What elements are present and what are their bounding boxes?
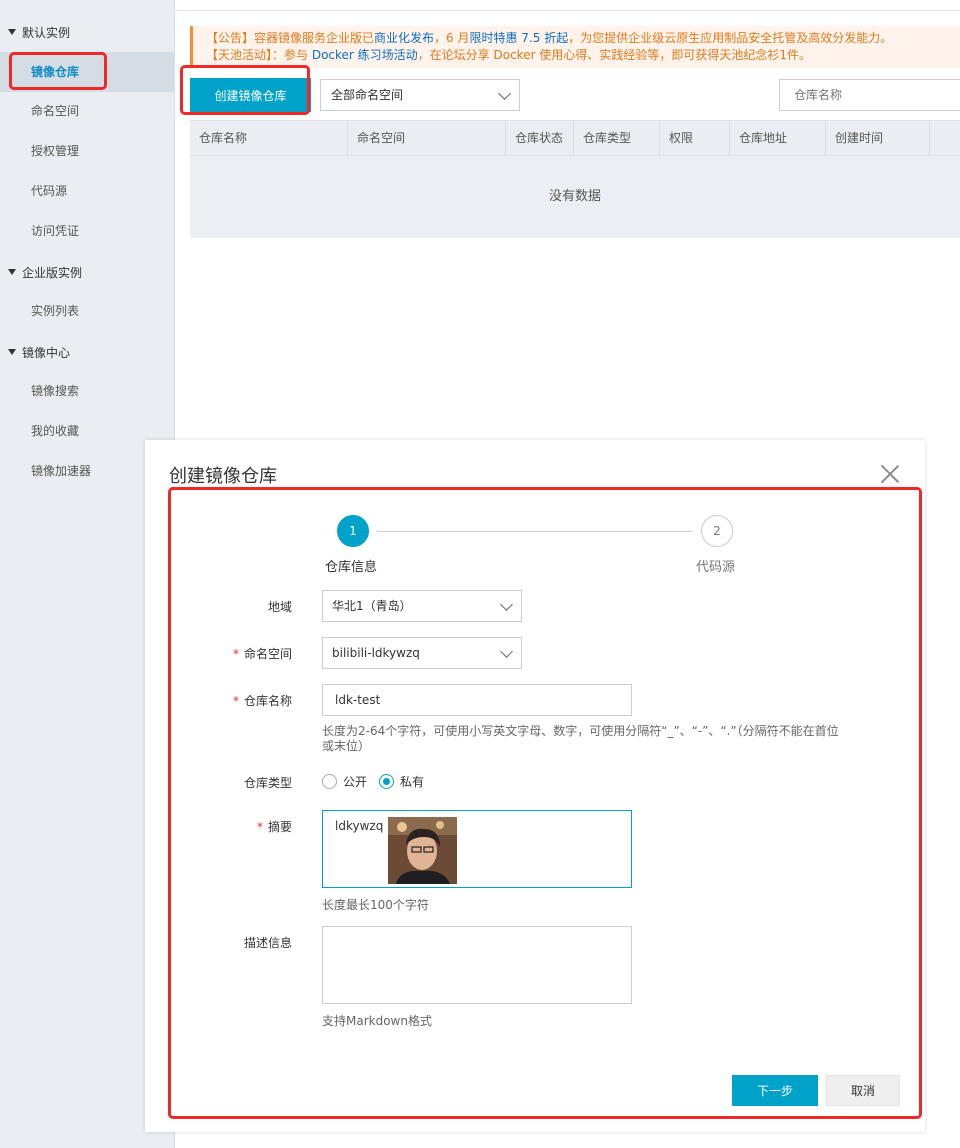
notice-line-tianchi: 【天池活动】：参与 Docker 练习场活动，在论坛分享 Docker 使用心得… — [206, 47, 960, 64]
field-label-text: 描述信息 — [243, 936, 292, 950]
column-header[interactable]: 创建时间 — [826, 121, 930, 157]
chevron-down-icon — [498, 87, 511, 100]
sidebar-group-default-instance[interactable]: 默认实例 — [8, 22, 70, 42]
summary-hint: 长度最长100个字符 — [322, 898, 429, 912]
namespace-label: * 命名空间 — [145, 645, 292, 662]
sidebar-item-authorization[interactable]: 授权管理 — [0, 131, 175, 171]
column-header[interactable]: 仓库类型 — [574, 121, 660, 157]
field-label-text: 仓库类型 — [243, 776, 292, 790]
column-header[interactable]: 仓库状态 — [506, 121, 574, 157]
notice-text: 【天池活动】：参与 — [206, 48, 309, 62]
caret-down-icon — [8, 349, 16, 355]
sidebar-item-label: 访问凭证 — [31, 224, 80, 238]
sidebar-group-label: 企业版实例 — [22, 265, 83, 280]
notice-link-docker-playground[interactable]: Docker 练习场活动 — [308, 48, 418, 62]
namespace-filter-select[interactable]: 全部命名空间 — [320, 79, 520, 111]
notice-text: ，为您提供企业级云原生应用制品安全托管及高效分发能力。 — [568, 31, 893, 45]
region-label: 地域 — [145, 598, 292, 615]
sidebar-item-code-source[interactable]: 代码源 — [0, 171, 175, 211]
notice-text: ，在论坛分享 Docker 使用心得、实践经验等，即可获得天池纪念衫1件。 — [417, 48, 811, 62]
sidebar-group-image-center[interactable]: 镜像中心 — [8, 342, 70, 362]
field-label-text: 命名空间 — [243, 647, 292, 661]
sidebar-item-label: 命名空间 — [31, 104, 80, 118]
column-header[interactable]: 命名空间 — [348, 121, 506, 157]
step-1-label: 仓库信息 — [325, 560, 378, 575]
create-repo-button[interactable]: 创建镜像仓库 — [190, 78, 311, 112]
cancel-button[interactable]: 取消 — [826, 1075, 900, 1106]
repo-name-hint: 长度为2-64个字符，可使用小写英文字母、数字，可使用分隔符“_”、“-”、“.… — [322, 724, 839, 753]
field-label-text: 地域 — [267, 600, 292, 614]
sidebar-item-instance-list[interactable]: 实例列表 — [0, 291, 175, 331]
field-label-text: 摘要 — [267, 820, 292, 834]
field-label-text: 仓库名称 — [243, 694, 292, 708]
sidebar-item-namespaces[interactable]: 命名空间 — [0, 91, 175, 131]
summary-value: ldkywzq — [335, 819, 384, 833]
namespace-value: bilibili-ldkywzq — [332, 646, 420, 660]
repo-type-public-radio[interactable]: 公开 — [322, 773, 367, 790]
sidebar-group-label: 镜像中心 — [22, 345, 71, 360]
sidebar-item-image-search[interactable]: 镜像搜索 — [0, 371, 175, 411]
repo-table: 仓库名称 命名空间 仓库状态 仓库类型 权限 仓库地址 创建时间 没有数据 — [190, 120, 960, 238]
caret-down-icon — [8, 269, 16, 275]
next-step-button[interactable]: 下一步 — [732, 1075, 818, 1106]
repo-name-search-input[interactable] — [779, 79, 960, 111]
radio-label: 公开 — [343, 775, 368, 789]
repo-name-label: * 仓库名称 — [145, 692, 292, 709]
sidebar-item-label: 镜像仓库 — [31, 65, 80, 79]
caret-down-icon — [8, 29, 16, 35]
description-textarea[interactable] — [322, 926, 632, 1004]
user-photo — [388, 817, 457, 884]
namespace-select[interactable]: bilibili-ldkywzq — [322, 637, 522, 669]
divider — [175, 10, 960, 11]
summary-textarea[interactable]: ldkywzq — [322, 810, 632, 888]
notice-banner: 【公告】容器镜像服务企业版已商业化发布，6 月限时特惠 7.5 折起，为您提供企… — [190, 26, 960, 68]
step-2-indicator: 2 — [701, 515, 733, 547]
required-marker: * — [232, 694, 239, 708]
repo-type-label: 仓库类型 — [145, 774, 292, 791]
stepper-connector — [377, 531, 693, 532]
column-header[interactable]: 仓库名称 — [190, 121, 348, 157]
description-label: 描述信息 — [145, 934, 292, 951]
repo-type-private-radio[interactable]: 私有 — [379, 773, 424, 790]
notice-text: 【公告】容器镜像服务企业版已 — [206, 31, 375, 45]
notice-link-commercial-release[interactable]: 商业化发布 — [374, 31, 434, 45]
column-header[interactable]: 权限 — [660, 121, 730, 157]
chevron-down-icon — [500, 598, 513, 611]
required-marker: * — [256, 820, 263, 834]
radio-label: 私有 — [400, 775, 425, 789]
sidebar-item-label: 授权管理 — [31, 144, 80, 158]
repo-name-input[interactable] — [322, 684, 632, 716]
region-select[interactable]: 华北1（青岛） — [322, 590, 522, 622]
sidebar-item-access-credentials[interactable]: 访问凭证 — [0, 211, 175, 251]
description-hint: 支持Markdown格式 — [322, 1014, 432, 1028]
namespace-filter-value: 全部命名空间 — [331, 88, 404, 102]
table-header: 仓库名称 命名空间 仓库状态 仓库类型 权限 仓库地址 创建时间 — [190, 120, 960, 157]
table-empty-state: 没有数据 — [190, 156, 960, 238]
sidebar-item-label: 镜像搜索 — [31, 384, 80, 398]
dialog-title: 创建镜像仓库 — [169, 466, 277, 487]
notice-line-announcement: 【公告】容器镜像服务企业版已商业化发布，6 月限时特惠 7.5 折起，为您提供企… — [206, 30, 960, 47]
create-repo-dialog: 创建镜像仓库 1 2 仓库信息 代码源 地域 华北1（青岛） * 命名空间 bil… — [145, 440, 925, 1132]
column-header[interactable]: 仓库地址 — [730, 121, 826, 157]
region-value: 华北1（青岛） — [332, 599, 412, 613]
portrait-image — [388, 817, 457, 884]
close-icon[interactable] — [880, 464, 900, 484]
chevron-down-icon — [500, 645, 513, 658]
sidebar-item-label: 代码源 — [31, 184, 68, 198]
sidebar-group-enterprise-instance[interactable]: 企业版实例 — [8, 262, 82, 282]
notice-link-discount[interactable]: 限时特惠 7.5 折起 — [469, 31, 568, 45]
sidebar-item-label: 镜像加速器 — [31, 464, 92, 478]
radio-checked-icon — [379, 774, 394, 789]
notice-text: ，6 月 — [434, 31, 470, 45]
radio-icon — [322, 774, 337, 789]
sidebar-item-label: 实例列表 — [31, 304, 80, 318]
sidebar-group-label: 默认实例 — [22, 25, 71, 40]
summary-label: * 摘要 — [145, 818, 292, 835]
step-2-label: 代码源 — [696, 560, 736, 575]
sidebar-item-image-repos[interactable]: 镜像仓库 — [0, 52, 175, 92]
sidebar-item-label: 我的收藏 — [31, 424, 80, 438]
required-marker: * — [232, 647, 239, 661]
step-1-indicator: 1 — [337, 515, 369, 547]
